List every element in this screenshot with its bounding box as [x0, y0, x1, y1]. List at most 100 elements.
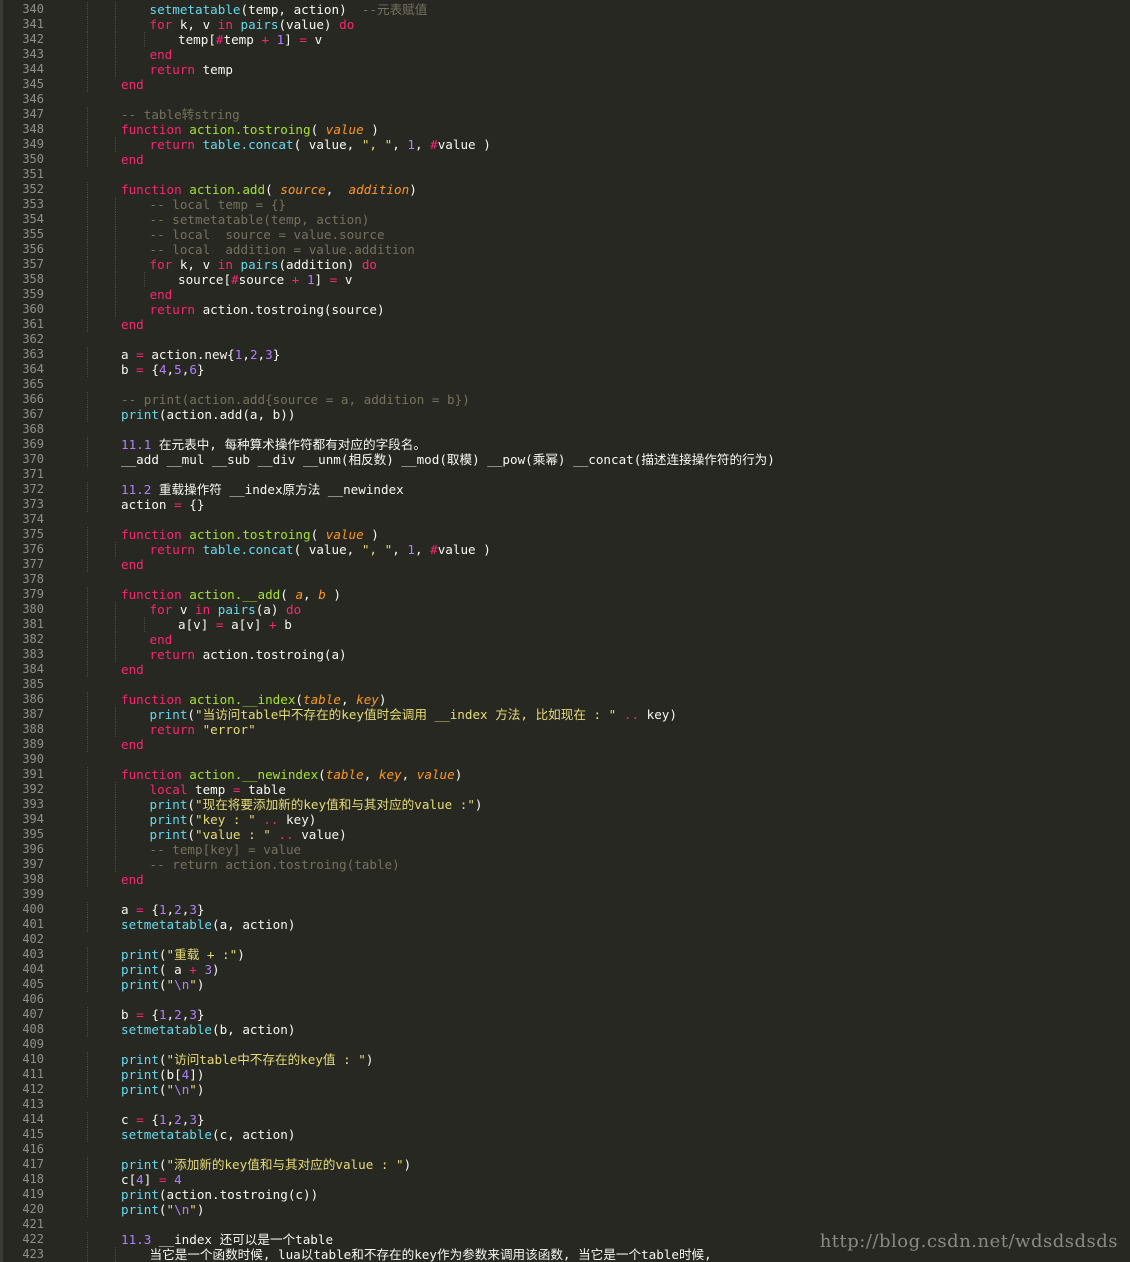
code-line[interactable]: 377 end: [0, 557, 1130, 572]
code-line[interactable]: 397 -- return action.tostroing(table): [0, 857, 1130, 872]
code-line[interactable]: 391 function action.__newindex(table, key…: [0, 767, 1130, 782]
code-token: return: [149, 542, 196, 557]
code-line[interactable]: 417 print("添加新的key值和与其对应的value : "): [0, 1157, 1130, 1172]
code-line[interactable]: 400 a = {1,2,3}: [0, 902, 1130, 917]
code-editor[interactable]: 340 setmetatable(temp, action) --元表赋值 341 f…: [0, 0, 1130, 1262]
code-line[interactable]: 373 action = {}: [0, 497, 1130, 512]
code-line[interactable]: 371: [0, 467, 1130, 482]
code-line[interactable]: 366 -- print(action.add{source = a, addit…: [0, 392, 1130, 407]
code-line[interactable]: 385: [0, 677, 1130, 692]
code-line[interactable]: 380 for v in pairs(a) do: [0, 602, 1130, 617]
code-line[interactable]: 406: [0, 992, 1130, 1007]
code-line[interactable]: 359 end: [0, 287, 1130, 302]
code-line[interactable]: 370 __add __mul __sub __div __unm(相反数) __…: [0, 452, 1130, 467]
code-text: print(b[4]): [121, 1067, 204, 1082]
code-line[interactable]: 365: [0, 377, 1130, 392]
code-line[interactable]: 408 setmetatable(b, action): [0, 1022, 1130, 1037]
code-token: (a, action): [212, 917, 296, 932]
code-line[interactable]: 347 -- table转string: [0, 107, 1130, 122]
code-line[interactable]: 378: [0, 572, 1130, 587]
code-token: 5: [174, 362, 182, 377]
code-line[interactable]: 368: [0, 422, 1130, 437]
code-line[interactable]: 344 return temp: [0, 62, 1130, 77]
code-text: print(action.add(a, b)): [121, 407, 295, 422]
code-token: v: [337, 272, 353, 287]
code-line[interactable]: 374: [0, 512, 1130, 527]
code-line[interactable]: 367 print(action.add(a, b)): [0, 407, 1130, 422]
code-line[interactable]: 382 end: [0, 632, 1130, 647]
code-line[interactable]: 411 print(b[4]): [0, 1067, 1130, 1082]
code-line[interactable]: 394 print("key : " .. key): [0, 812, 1130, 827]
code-line[interactable]: 355 -- local source = value.source: [0, 227, 1130, 242]
code-line[interactable]: 387 print("当访问table中不存在的key值时会调用 __index …: [0, 707, 1130, 722]
code-token: #: [430, 137, 438, 152]
code-line[interactable]: 350 end: [0, 152, 1130, 167]
code-line[interactable]: 389 end: [0, 737, 1130, 752]
code-line[interactable]: 354 -- setmetatable(temp, action): [0, 212, 1130, 227]
code-line[interactable]: 360 return action.tostroing(source): [0, 302, 1130, 317]
code-line[interactable]: 413: [0, 1097, 1130, 1112]
code-line[interactable]: 353 -- local temp = {}: [0, 197, 1130, 212]
code-line[interactable]: 364 b = {4,5,6}: [0, 362, 1130, 377]
code-line[interactable]: 403 print("重载 + :"): [0, 947, 1130, 962]
code-line[interactable]: 419 print(action.tostroing(c)): [0, 1187, 1130, 1202]
code-line[interactable]: 340 setmetatable(temp, action) --元表赋值: [0, 2, 1130, 17]
code-line[interactable]: 420 print("\n"): [0, 1202, 1130, 1217]
code-line[interactable]: 415 setmetatable(c, action): [0, 1127, 1130, 1142]
code-line[interactable]: 418 c[4] = 4: [0, 1172, 1130, 1187]
code-line[interactable]: 342 temp[#temp + 1] = v: [0, 32, 1130, 47]
code-line[interactable]: 372 11.2 重载操作符 __index原方法 __newindex: [0, 482, 1130, 497]
code-line[interactable]: 421: [0, 1217, 1130, 1232]
indent-guide: [86, 137, 89, 152]
code-line[interactable]: 399: [0, 887, 1130, 902]
code-line[interactable]: 384 end: [0, 662, 1130, 677]
code-line[interactable]: 343 end: [0, 47, 1130, 62]
code-line[interactable]: 407 b = {1,2,3}: [0, 1007, 1130, 1022]
code-text: c[4] = 4: [121, 1172, 182, 1187]
code-line[interactable]: 393 print("现在将要添加新的key值和与其对应的value :"): [0, 797, 1130, 812]
code-line[interactable]: 405 print("\n"): [0, 977, 1130, 992]
code-line[interactable]: 401 setmetatable(a, action): [0, 917, 1130, 932]
code-line[interactable]: 341 for k, v in pairs(value) do: [0, 17, 1130, 32]
code-line[interactable]: 414 c = {1,2,3}: [0, 1112, 1130, 1127]
indent-guide: [86, 962, 89, 977]
code-line[interactable]: 357 for k, v in pairs(addition) do: [0, 257, 1130, 272]
code-line[interactable]: 416: [0, 1142, 1130, 1157]
code-line[interactable]: 358 source[#source + 1] = v: [0, 272, 1130, 287]
code-token: 2: [174, 1112, 182, 1127]
code-line[interactable]: 376 return table.concat( value, ", ", 1, …: [0, 542, 1130, 557]
code-token: return: [149, 647, 196, 662]
code-line[interactable]: 398 end: [0, 872, 1130, 887]
code-token: return: [149, 62, 196, 77]
code-line[interactable]: 395 print("value : " .. value): [0, 827, 1130, 842]
code-line[interactable]: 348 function action.tostroing( value ): [0, 122, 1130, 137]
line-number: 361: [22, 317, 44, 331]
indent-guide: [86, 737, 89, 752]
code-line[interactable]: 362: [0, 332, 1130, 347]
code-line[interactable]: 386 function action.__index(table, key): [0, 692, 1130, 707]
code-line[interactable]: 381 a[v] = a[v] + b: [0, 617, 1130, 632]
code-line[interactable]: 346: [0, 92, 1130, 107]
code-line[interactable]: 345 end: [0, 77, 1130, 92]
code-line[interactable]: 388 return "error": [0, 722, 1130, 737]
indent-guide: [86, 152, 89, 167]
code-line[interactable]: 375 function action.tostroing( value ): [0, 527, 1130, 542]
code-line[interactable]: 410 print("访问table中不存在的key值 : "): [0, 1052, 1130, 1067]
code-line[interactable]: 392 local temp = table: [0, 782, 1130, 797]
code-line[interactable]: 363 a = action.new{1,2,3}: [0, 347, 1130, 362]
code-line[interactable]: 383 return action.tostroing(a): [0, 647, 1130, 662]
code-line[interactable]: 390: [0, 752, 1130, 767]
code-text: for k, v in pairs(value) do: [150, 17, 355, 32]
code-line[interactable]: 352 function action.add( source, addition…: [0, 182, 1130, 197]
code-line[interactable]: 396 -- temp[key] = value: [0, 842, 1130, 857]
code-line[interactable]: 361 end: [0, 317, 1130, 332]
code-line[interactable]: 349 return table.concat( value, ", ", 1, …: [0, 137, 1130, 152]
code-line[interactable]: 351: [0, 167, 1130, 182]
code-line[interactable]: 404 print( a + 3): [0, 962, 1130, 977]
code-line[interactable]: 379 function action.__add( a, b ): [0, 587, 1130, 602]
code-line[interactable]: 412 print("\n"): [0, 1082, 1130, 1097]
code-line[interactable]: 402: [0, 932, 1130, 947]
code-line[interactable]: 409: [0, 1037, 1130, 1052]
code-line[interactable]: 356 -- local addition = value.addition: [0, 242, 1130, 257]
code-line[interactable]: 369 11.1 在元表中, 每种算术操作符都有对应的字段名。: [0, 437, 1130, 452]
